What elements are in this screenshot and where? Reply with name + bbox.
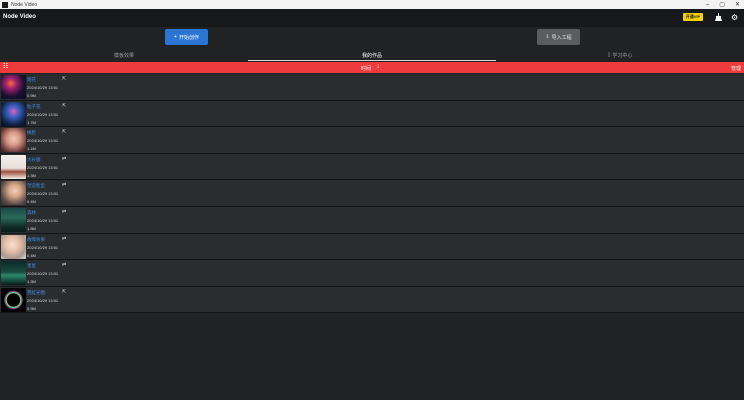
tab-templates[interactable]: 模板效果 bbox=[0, 49, 248, 61]
tab-learning-center[interactable]: ▯ 学习中心 bbox=[496, 49, 744, 61]
project-share-icon[interactable]: ⇱ bbox=[62, 129, 66, 135]
project-share-icon[interactable]: ⇄ bbox=[62, 182, 66, 188]
close-icon[interactable]: ✕ bbox=[735, 1, 740, 8]
project-size: 1.3M bbox=[27, 172, 36, 178]
project-date: 2024/10/29 13:01 bbox=[27, 217, 59, 223]
project-share-icon[interactable]: ⇄ bbox=[62, 156, 66, 162]
project-size: 0.9M bbox=[27, 93, 36, 98]
vip-button[interactable]: 开通VIP bbox=[683, 13, 703, 21]
tab-my-works-label: 我的作品 bbox=[361, 52, 382, 59]
project-name[interactable]: 粒子花 bbox=[27, 104, 41, 110]
project-size: 1.3M bbox=[27, 279, 36, 285]
project-date: 2024/10/29 13:01 bbox=[27, 271, 59, 277]
project-item[interactable]: 粒子花 2024/10/29 13:01 1.7M ⇱ bbox=[0, 100, 744, 128]
tab-templates-label: 模板效果 bbox=[113, 52, 134, 59]
import-project-button[interactable]: ⇩ 导入工程 bbox=[537, 29, 580, 45]
window-controls: – ▢ ✕ bbox=[706, 0, 740, 9]
project-date: 2024/10/29 13:01 bbox=[27, 297, 59, 303]
project-name[interactable]: 森林 bbox=[27, 210, 36, 216]
settings-icon[interactable]: ⚙ bbox=[731, 13, 738, 22]
project-size: 0.9M bbox=[27, 305, 36, 311]
manage-button[interactable]: 管理 bbox=[731, 65, 741, 72]
project-size: 0.4M bbox=[27, 199, 36, 205]
project-date: 2024/10/29 13:01 bbox=[27, 164, 59, 170]
sort-by-time-button[interactable]: 时间 bbox=[361, 65, 371, 72]
project-share-icon[interactable]: ⇄ bbox=[62, 262, 66, 268]
app-header: Node Video 开通VIP ⚙ bbox=[0, 9, 744, 27]
project-date: 2024/10/29 13:01 bbox=[27, 244, 59, 250]
project-list: 烟花 2024/10/29 13:01 0.9M ⇱ 粒子花 2024/10/29 13:… bbox=[0, 74, 744, 314]
project-item[interactable]: 霓虹光圈 2024/10/29 13:01 0.9M ⇱ bbox=[0, 286, 744, 314]
project-name[interactable]: 大长腿 bbox=[27, 157, 41, 163]
plus-icon: + bbox=[174, 34, 177, 40]
project-item[interactable]: 星星 2024/10/29 13:01 1.3M ⇄ bbox=[0, 260, 744, 287]
project-thumbnail[interactable] bbox=[1, 261, 26, 286]
project-name[interactable]: 故障效果 bbox=[27, 237, 45, 243]
app-title: Node Video bbox=[3, 14, 36, 20]
project-date: 2024/10/29 13:01 bbox=[27, 138, 59, 144]
project-item[interactable]: 烟花 2024/10/29 13:01 0.9M ⇱ bbox=[0, 74, 744, 101]
list-view-icon[interactable]: ☷ bbox=[3, 64, 8, 71]
project-size: 1.8M bbox=[27, 225, 36, 231]
project-item[interactable]: 大长腿 2024/10/29 13:01 1.3M ⇄ bbox=[0, 153, 744, 181]
project-thumbnail[interactable] bbox=[1, 207, 26, 232]
maximize-icon[interactable]: ▢ bbox=[719, 1, 725, 8]
project-item[interactable]: 塑造脸型 2024/10/29 13:01 0.4M ⇄ bbox=[0, 180, 744, 207]
project-date: 2024/10/29 13:01 bbox=[27, 111, 59, 117]
project-date: 2024/10/29 13:01 bbox=[27, 191, 59, 197]
minimize-icon[interactable]: – bbox=[706, 2, 709, 8]
project-size: 0.4M bbox=[27, 252, 36, 258]
project-thumbnail[interactable] bbox=[1, 154, 26, 179]
project-share-icon[interactable]: ⇄ bbox=[62, 209, 66, 215]
sort-bar: ☷ 时间 ⇣ 管理 bbox=[0, 62, 744, 73]
book-icon: ▯ bbox=[607, 52, 611, 58]
project-item[interactable]: 故障效果 2024/10/29 13:01 0.4M ⇄ bbox=[0, 233, 744, 261]
tab-learning-center-label: 学习中心 bbox=[612, 52, 633, 59]
project-thumbnail[interactable] bbox=[1, 234, 26, 259]
project-thumbnail[interactable] bbox=[1, 181, 26, 206]
project-name[interactable]: 霓虹光圈 bbox=[27, 290, 45, 296]
window-titlebar: Node Video – ▢ ✕ bbox=[0, 0, 744, 9]
project-thumbnail[interactable] bbox=[1, 128, 26, 153]
tab-my-works[interactable]: 我的作品 bbox=[248, 49, 496, 61]
project-item[interactable]: 换脸 2024/10/29 13:01 1.1M ⇱ bbox=[0, 127, 744, 154]
project-name[interactable]: 换脸 bbox=[27, 130, 36, 136]
start-create-button[interactable]: + 开始创作 bbox=[165, 29, 208, 45]
project-item[interactable]: 森林 2024/10/29 13:01 1.8M ⇄ bbox=[0, 206, 744, 234]
start-create-label: 开始创作 bbox=[178, 34, 199, 41]
app-logo-icon bbox=[2, 1, 8, 8]
project-share-icon[interactable]: ⇱ bbox=[62, 103, 66, 109]
project-name[interactable]: 烟花 bbox=[27, 77, 36, 83]
project-date: 2024/10/29 13:01 bbox=[27, 85, 59, 90]
project-thumbnail[interactable] bbox=[1, 101, 26, 126]
import-icon: ⇩ bbox=[545, 34, 550, 40]
project-share-icon[interactable]: ⇱ bbox=[62, 289, 66, 295]
broom-icon[interactable] bbox=[715, 13, 722, 23]
project-share-icon[interactable]: ⇱ bbox=[62, 76, 66, 82]
project-size: 1.1M bbox=[27, 146, 36, 152]
project-size: 1.7M bbox=[27, 119, 36, 125]
project-share-icon[interactable]: ⇄ bbox=[62, 236, 66, 242]
window-title: Node Video bbox=[11, 1, 38, 8]
project-thumbnail[interactable] bbox=[1, 75, 26, 99]
project-thumbnail[interactable] bbox=[1, 287, 26, 312]
sort-direction-icon[interactable]: ⇣ bbox=[376, 64, 380, 70]
project-name[interactable]: 星星 bbox=[27, 263, 36, 269]
project-name[interactable]: 塑造脸型 bbox=[27, 183, 45, 189]
main-tabs: 模板效果 我的作品 ▯ 学习中心 bbox=[0, 49, 744, 61]
import-project-label: 导入工程 bbox=[551, 34, 572, 41]
